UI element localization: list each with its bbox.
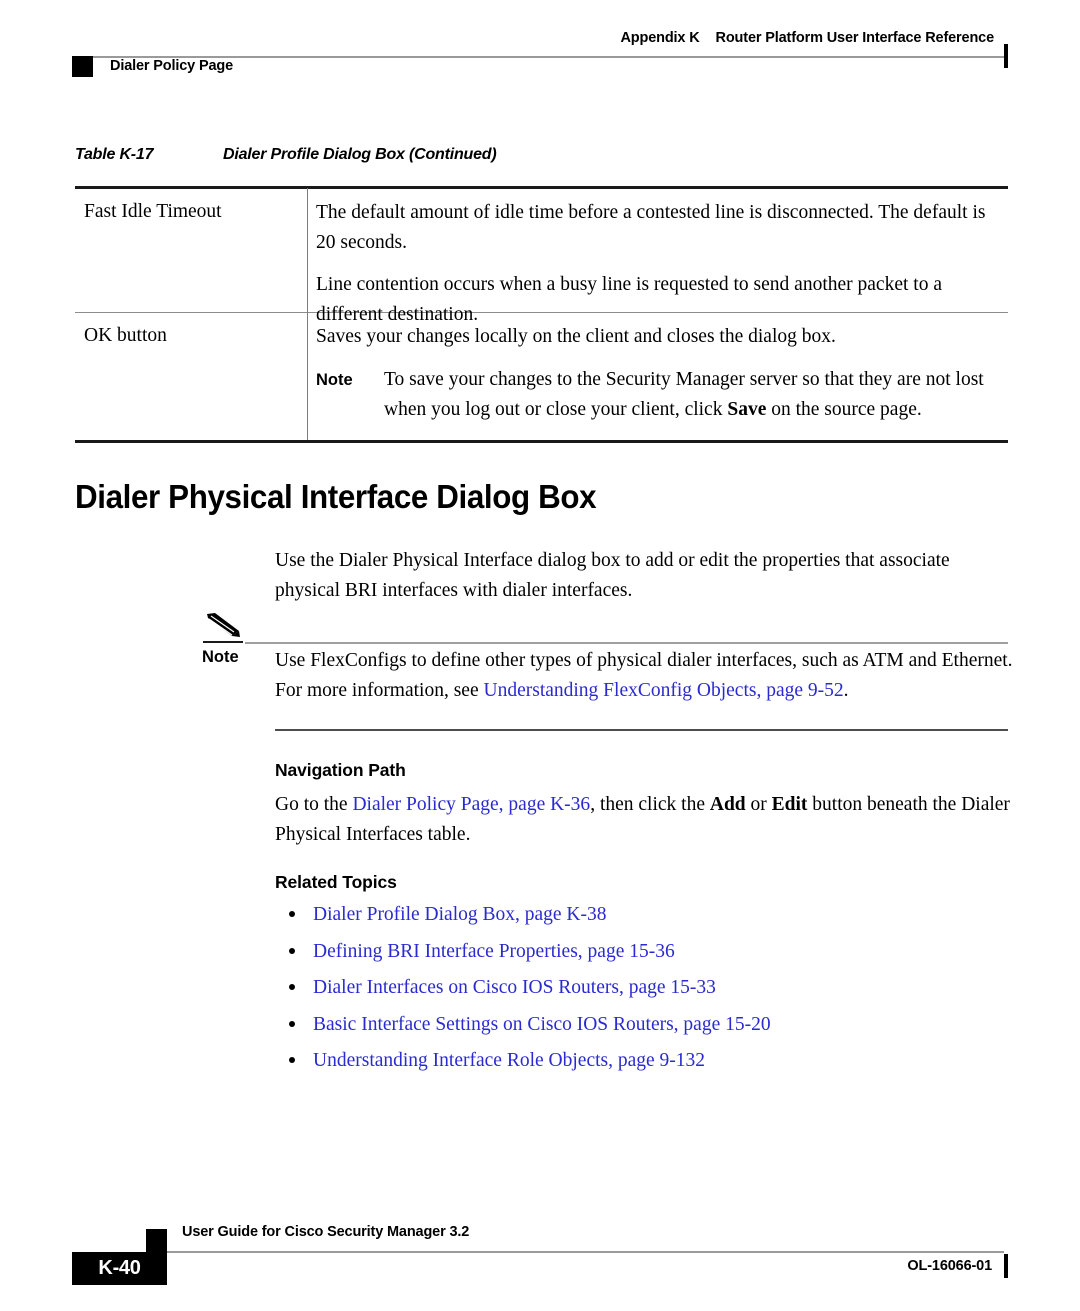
footer-guide-title: User Guide for Cisco Security Manager 3.… <box>182 1224 470 1240</box>
list-item[interactable]: Understanding Interface Role Objects, pa… <box>275 1046 1010 1083</box>
header-square-marker-icon <box>72 56 93 77</box>
list-item[interactable]: Dialer Interfaces on Cisco IOS Routers, … <box>275 973 1010 1010</box>
table-row-content: The default amount of idle time before a… <box>316 198 1004 330</box>
edit-button-reference: Edit <box>771 794 808 815</box>
table-row-content: Saves your changes locally on the client… <box>316 322 1004 425</box>
navigation-path-text: Go to the Dialer Policy Page, page K-36,… <box>275 790 1010 850</box>
bullet-icon <box>289 1057 295 1063</box>
bullet-icon <box>289 947 295 954</box>
note-label: Note <box>202 648 239 666</box>
note-icon-underline <box>203 641 243 644</box>
list-item[interactable]: Basic Interface Settings on Cisco IOS Ro… <box>275 1010 1010 1047</box>
footer-square-marker-icon <box>146 1229 167 1252</box>
header-right-title: Appendix K Router Platform User Interface… <box>620 30 994 46</box>
pencil-icon <box>207 613 240 637</box>
table-row-label: OK button <box>84 325 167 346</box>
bullet-icon <box>289 1020 295 1027</box>
note-text-after: . <box>843 680 849 701</box>
table-caption-title: Dialer Profile Dialog Box (Continued) <box>223 146 497 163</box>
table-cell-paragraph: Line contention occurs when a busy line … <box>316 274 942 325</box>
bullet-icon <box>289 984 295 990</box>
table-note-text: To save your changes to the Security Man… <box>384 365 1004 425</box>
footer-rule <box>164 1251 1004 1253</box>
table-row-label: Fast Idle Timeout <box>84 201 222 222</box>
table-note-callout: Note To save your changes to the Securit… <box>316 365 1004 425</box>
intro-paragraph: Use the Dialer Physical Interface dialog… <box>275 550 950 601</box>
nav-text-mid: , then click the <box>590 794 710 815</box>
table-bottom-border <box>75 440 1008 443</box>
related-topic-link[interactable]: Dialer Interfaces on Cisco IOS Routers, … <box>313 977 716 998</box>
page-header: Appendix K Router Platform User Interface… <box>72 30 1008 86</box>
note-text-after: on the source page. <box>766 399 922 420</box>
table-caption-number: Table K-17 <box>75 146 154 163</box>
related-topic-link[interactable]: Basic Interface Settings on Cisco IOS Ro… <box>313 1014 771 1035</box>
bullet-icon <box>289 911 295 917</box>
table-top-border <box>75 186 1008 189</box>
list-item[interactable]: Dialer Profile Dialog Box, page K-38 <box>275 900 1010 937</box>
note-top-rule <box>245 642 1008 644</box>
footer-end-bar <box>1004 1254 1008 1278</box>
table-caption: Table K-17 Dialer Profile Dialog Box (Con… <box>75 146 497 164</box>
note-cross-reference-link[interactable]: Understanding FlexConfig Objects, page 9… <box>484 680 844 701</box>
header-section-label: Dialer Policy Page <box>110 58 234 74</box>
footer-document-id: OL-16066-01 <box>907 1258 992 1274</box>
table-cell-paragraph: The default amount of idle time before a… <box>316 202 986 253</box>
table-note-label: Note <box>316 371 353 389</box>
header-title: Router Platform User Interface Reference <box>715 30 995 46</box>
nav-text-before: Go to the <box>275 794 353 815</box>
add-button-reference: Add <box>709 794 746 815</box>
related-topics-heading: Related Topics <box>275 872 397 892</box>
page-footer: User Guide for Cisco Security Manager 3.… <box>72 1224 1008 1294</box>
table-cell-paragraph: Saves your changes locally on the client… <box>316 326 836 347</box>
navigation-cross-reference-link[interactable]: Dialer Policy Page, page K-36 <box>352 794 590 815</box>
document-page: Appendix K Router Platform User Interface… <box>0 0 1080 1311</box>
table-column-divider <box>307 188 309 440</box>
related-topic-link[interactable]: Defining BRI Interface Properties, page … <box>313 941 675 962</box>
note-text: Use FlexConfigs to define other types of… <box>275 646 1013 706</box>
page-number: K-40 <box>98 1257 141 1279</box>
header-appendix-label: Appendix K <box>620 30 700 46</box>
page-title: Dialer Physical Interface Dialog Box <box>75 478 597 515</box>
note-bottom-rule <box>275 729 1008 731</box>
related-topic-link[interactable]: Understanding Interface Role Objects, pa… <box>313 1050 705 1071</box>
navigation-path-heading: Navigation Path <box>275 760 406 780</box>
nav-text-or: or <box>745 794 772 815</box>
note-bold-term: Save <box>727 399 767 420</box>
related-topics-list: Dialer Profile Dialog Box, page K-38 Def… <box>275 900 1010 1083</box>
related-topic-link[interactable]: Dialer Profile Dialog Box, page K-38 <box>313 904 607 925</box>
list-item[interactable]: Defining BRI Interface Properties, page … <box>275 937 1010 974</box>
header-end-bar <box>1004 44 1008 68</box>
